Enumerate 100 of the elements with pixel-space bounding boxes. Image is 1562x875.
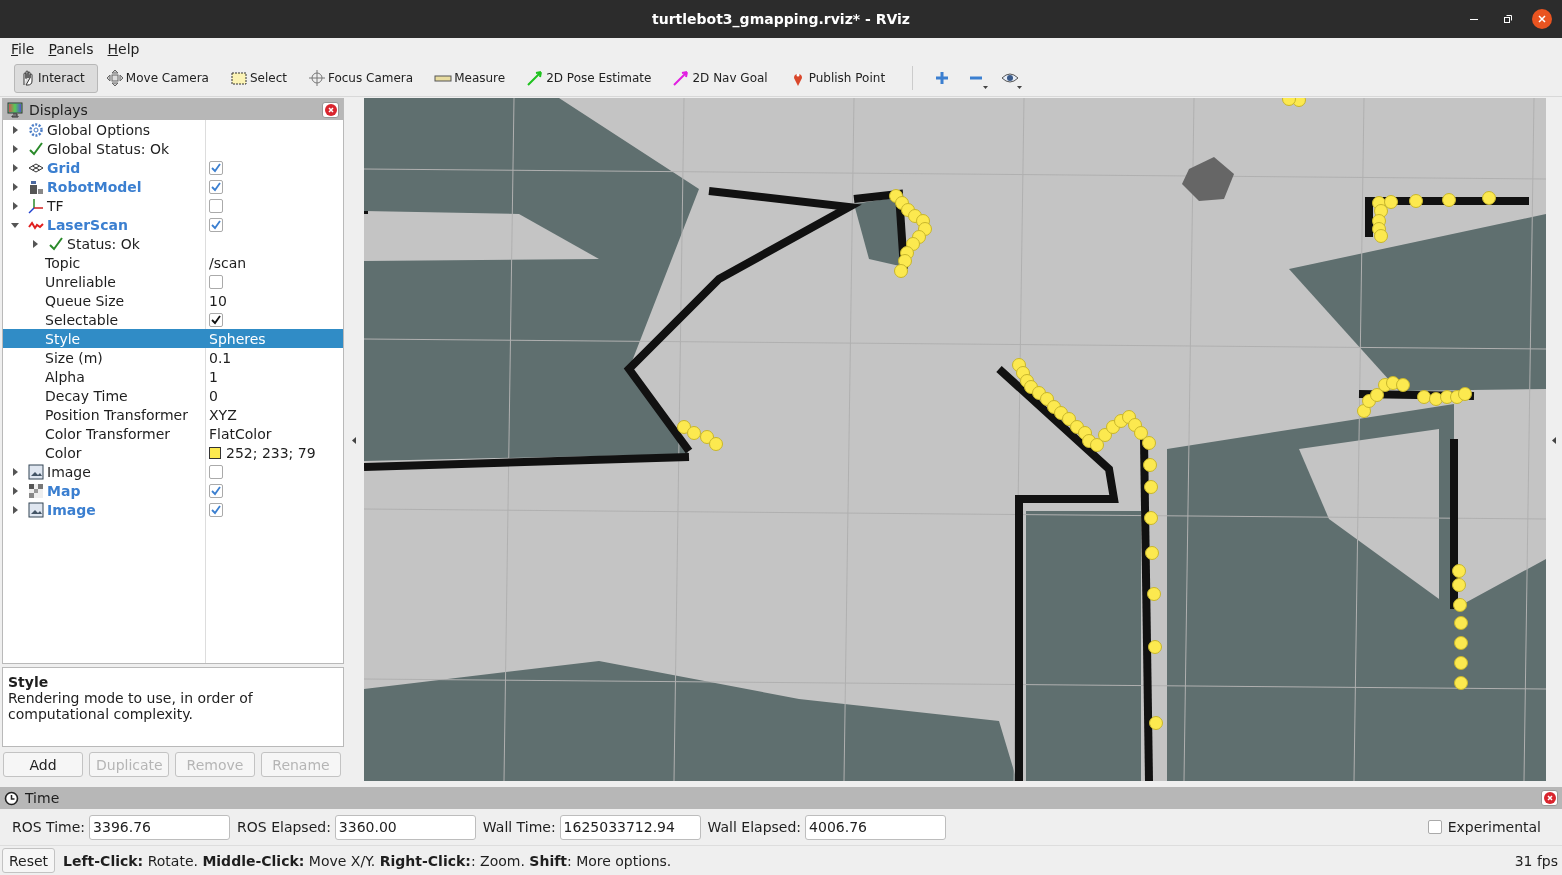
tree-row[interactable]: Queue Size 10: [3, 291, 343, 311]
close-button[interactable]: [1532, 9, 1552, 29]
panel-close-button[interactable]: [322, 101, 339, 118]
tree-row[interactable]: Alpha 1: [3, 367, 343, 387]
checkbox[interactable]: [1427, 820, 1442, 835]
tree-row[interactable]: Global Status: Ok: [3, 139, 343, 159]
property-value: 10: [209, 292, 227, 309]
tree-label: TF: [47, 197, 64, 214]
checkbox[interactable]: [209, 160, 223, 175]
tree-label: Map: [47, 482, 81, 499]
minus-icon: [970, 76, 983, 81]
time-field[interactable]: 4006.76: [805, 814, 947, 840]
tree-row[interactable]: Size (m) 0.1: [3, 348, 343, 368]
description-title: Style: [8, 674, 50, 691]
expand-arrow-icon[interactable]: [11, 125, 19, 134]
status-hint: Left-Click: Rotate. Middle-Click: Move X/Y. Right-Click:: Zoom. Shift: More options.: [63, 852, 673, 869]
tree-label: Style: [45, 330, 81, 347]
property-value: 0: [209, 387, 218, 404]
tree-label: Alpha: [45, 368, 85, 385]
tree-label: RobotModel: [47, 178, 142, 195]
tree-row[interactable]: Status: Ok: [3, 234, 343, 254]
tool-button[interactable]: 2D Pose Estimate: [522, 63, 665, 93]
tree-row[interactable]: Image: [3, 462, 343, 482]
checkbox[interactable]: [209, 483, 223, 498]
move-arrows-icon: [105, 69, 124, 88]
tool-button[interactable]: 2D Nav Goal: [668, 63, 781, 93]
tree-row[interactable]: Color Transformer FlatColor: [3, 424, 343, 444]
tool-button[interactable]: Move Camera: [101, 63, 222, 93]
time-field[interactable]: 3360.00: [334, 814, 476, 840]
tree-row[interactable]: Style Spheres: [3, 329, 343, 349]
fps-counter: 31 fps: [1514, 852, 1558, 869]
tree-row[interactable]: Map: [3, 481, 343, 501]
menu-item[interactable]: Help: [107, 40, 140, 57]
checkbox[interactable]: [209, 464, 223, 479]
tree-row[interactable]: Color 252; 233; 79: [3, 443, 343, 463]
tree-label: Topic: [45, 254, 81, 271]
tree-row[interactable]: TF: [3, 196, 343, 216]
menu-item[interactable]: File: [11, 40, 35, 57]
tree-row[interactable]: RobotModel: [3, 177, 343, 197]
close-icon: [1537, 14, 1547, 24]
field-label: ROS Time:: [12, 819, 86, 836]
close-icon: [1543, 792, 1556, 805]
tool-button[interactable]: Focus Camera: [303, 63, 427, 93]
window-title: turtlebot3_gmapping.rviz* - RViz: [652, 10, 910, 27]
expand-arrow-icon[interactable]: [11, 201, 19, 210]
tree-label: Color Transformer: [45, 425, 170, 442]
checkbox[interactable]: [209, 274, 223, 289]
tool-button[interactable]: Select: [225, 63, 300, 93]
tree-row[interactable]: Decay Time 0: [3, 386, 343, 406]
checkbox[interactable]: [209, 217, 223, 232]
selection-icon: [229, 69, 248, 88]
tree-row[interactable]: Global Options: [3, 120, 343, 140]
expand-arrow-icon[interactable]: [11, 182, 19, 191]
time-field[interactable]: 3396.76: [89, 814, 231, 840]
tree-row[interactable]: Topic /scan: [3, 253, 343, 273]
panel-button[interactable]: Add: [3, 752, 83, 778]
tree-label: Grid: [47, 159, 81, 176]
collapse-arrow-icon[interactable]: [352, 437, 356, 445]
checkbox[interactable]: [209, 198, 223, 213]
tree-label: Size (m): [45, 349, 103, 366]
expand-arrow-icon[interactable]: [11, 505, 19, 514]
tree-row[interactable]: Selectable: [3, 310, 343, 330]
occupancy-map-drawing[interactable]: [364, 98, 1546, 782]
checkbox[interactable]: [209, 179, 223, 194]
tree-row[interactable]: Image: [3, 500, 343, 520]
tree-label: Selectable: [45, 311, 119, 328]
checkbox[interactable]: [209, 502, 223, 517]
expand-arrow-icon[interactable]: [11, 486, 19, 495]
tree-label: Global Status: Ok: [47, 140, 169, 157]
tree-row[interactable]: LaserScan: [3, 215, 343, 235]
collapse-arrow-icon[interactable]: [1551, 437, 1556, 445]
expand-arrow-icon[interactable]: [11, 467, 19, 476]
checkbox[interactable]: [209, 312, 223, 327]
expand-arrow-icon[interactable]: [11, 220, 19, 229]
menu-item[interactable]: Panels: [48, 40, 94, 57]
panel-close-button[interactable]: [1541, 790, 1558, 807]
tool-button[interactable]: Publish Point: [784, 63, 899, 93]
field-label: Wall Elapsed:: [707, 819, 802, 836]
property-value: FlatColor: [209, 425, 272, 442]
tree-row[interactable]: Position Transformer XYZ: [3, 405, 343, 425]
reset-button[interactable]: Reset: [2, 848, 56, 874]
tree-row[interactable]: Unreliable: [3, 272, 343, 292]
tree-label: Decay Time: [45, 387, 128, 404]
axes-icon: [28, 197, 44, 214]
tree-label: Image: [47, 463, 91, 480]
expand-arrow-icon[interactable]: [11, 163, 19, 172]
field-label: ROS Elapsed:: [237, 819, 331, 836]
tree-label: Position Transformer: [45, 406, 188, 423]
tool-button[interactable]: Measure: [430, 63, 519, 93]
time-field[interactable]: 1625033712.94: [559, 814, 701, 840]
tree-row[interactable]: Grid: [3, 158, 343, 178]
minimize-icon: [1470, 18, 1478, 20]
close-icon: [324, 103, 337, 116]
robot-icon: [28, 178, 44, 195]
color-swatch[interactable]: [209, 446, 221, 459]
expand-arrow-icon[interactable]: [31, 239, 39, 248]
tree-label: Color: [45, 444, 82, 461]
tool-button[interactable]: Interact: [14, 63, 98, 93]
tree-label: LaserScan: [47, 216, 128, 233]
expand-arrow-icon[interactable]: [11, 144, 19, 153]
